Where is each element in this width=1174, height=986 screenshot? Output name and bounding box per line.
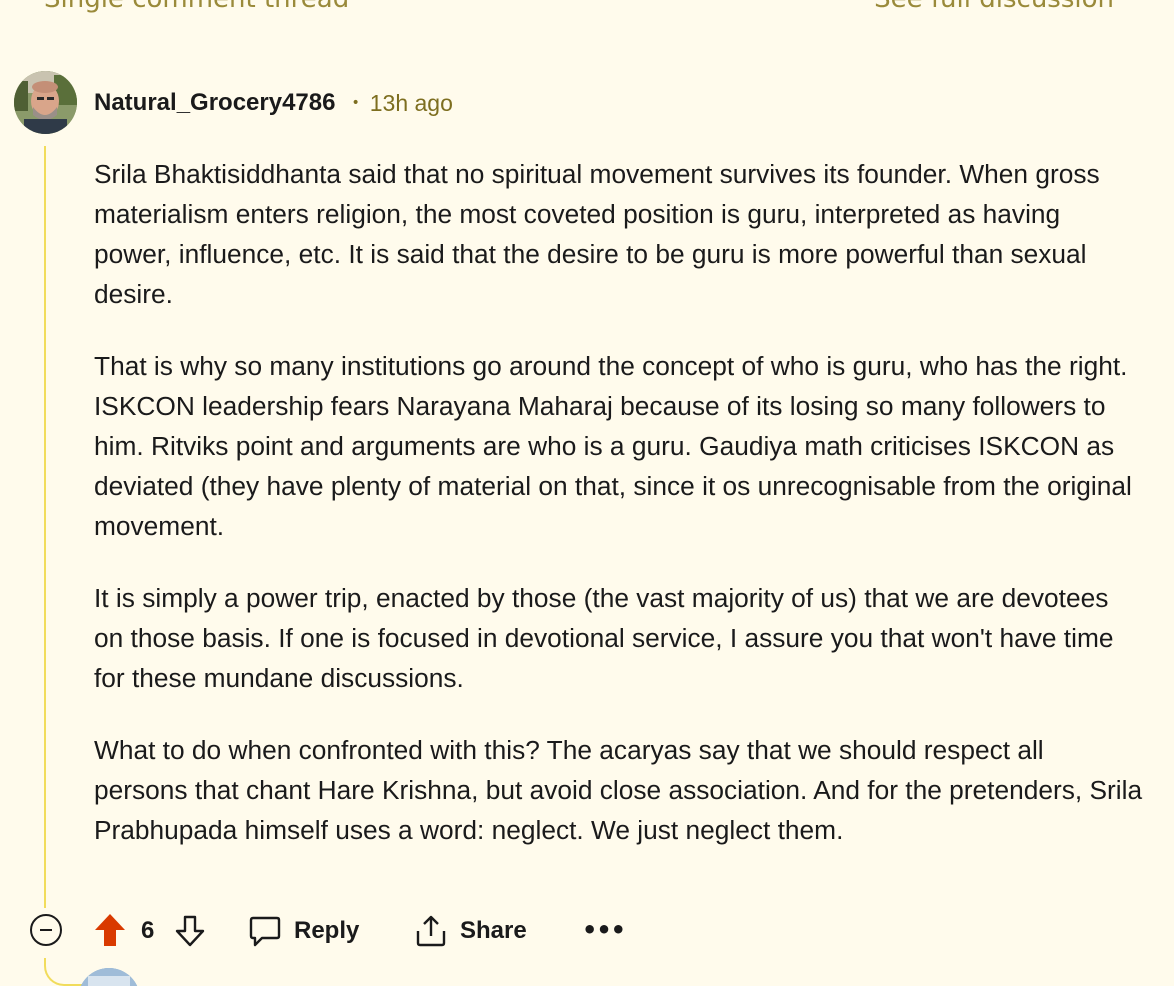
comment-thread-page: Single comment thread See full discussio…: [0, 0, 1174, 986]
reply-button[interactable]: Reply: [248, 910, 359, 952]
see-full-discussion-link[interactable]: See full discussion: [874, 0, 1114, 14]
more-options-icon[interactable]: •••: [582, 912, 626, 948]
comment-timestamp[interactable]: 13h ago: [370, 90, 453, 117]
upvote-arrow-icon[interactable]: [93, 912, 127, 948]
share-button[interactable]: Share: [414, 910, 527, 952]
share-label: Share: [460, 917, 527, 944]
meta-separator: •: [351, 95, 360, 111]
top-links-bar: Single comment thread See full discussio…: [44, 0, 1114, 14]
next-comment-avatar[interactable]: [78, 968, 140, 986]
single-comment-thread-link[interactable]: Single comment thread: [44, 0, 349, 14]
thread-line-branch: [44, 958, 84, 986]
comment-header: Natural_Grocery4786 • 13h ago: [94, 86, 453, 120]
reply-label: Reply: [294, 917, 360, 944]
vote-score: 6: [141, 917, 155, 944]
comment-body: Srila Bhaktisiddhanta said that no spiri…: [94, 154, 1144, 882]
comment-paragraph: That is why so many institutions go arou…: [94, 351, 1132, 541]
username-link[interactable]: Natural_Grocery4786: [94, 89, 335, 117]
share-icon: [416, 915, 446, 947]
comment-action-bar: 6 Reply Share •••: [0, 908, 1174, 954]
comment-paragraph: It is simply a power trip, enacted by th…: [94, 583, 1114, 693]
avatar[interactable]: [14, 71, 77, 134]
downvote-arrow-icon[interactable]: [174, 914, 206, 948]
comment-paragraph: Srila Bhaktisiddhanta said that no spiri…: [94, 159, 1100, 309]
thread-line[interactable]: [44, 146, 46, 908]
collapse-minus-icon[interactable]: [30, 914, 62, 946]
comment-bubble-icon: [249, 916, 281, 947]
comment-paragraph: What to do when confronted with this? Th…: [94, 735, 1143, 845]
